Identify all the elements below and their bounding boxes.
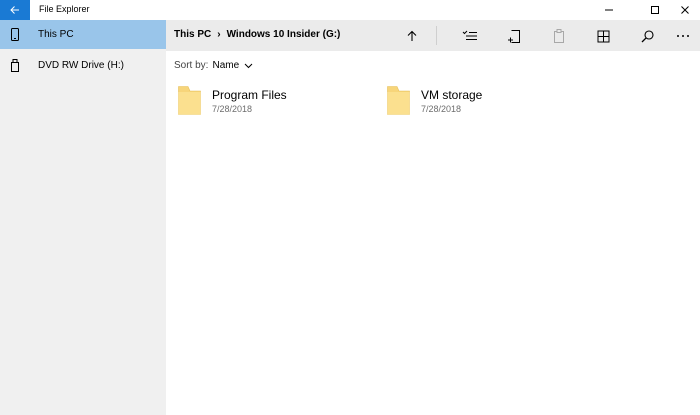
new-folder-icon (508, 29, 520, 43)
command-bar: This PC › Windows 10 Insider (G:) (166, 20, 700, 51)
folder-name: Program Files (212, 88, 287, 102)
up-arrow-icon (407, 30, 417, 41)
close-button[interactable] (670, 0, 700, 20)
minimize-icon (605, 9, 613, 11)
search-button[interactable] (635, 24, 659, 48)
sort-label: Sort by: (174, 60, 209, 71)
folder-icon (387, 86, 410, 115)
sort-control[interactable]: Sort by: Name (174, 60, 253, 71)
more-icon (677, 35, 689, 37)
sidebar: This PC DVD RW Drive (H:) (0, 20, 166, 415)
sidebar-item-dvd-drive[interactable]: DVD RW Drive (H:) (0, 51, 166, 80)
folder-date: 7/28/2018 (212, 104, 253, 114)
close-icon (681, 6, 689, 14)
title-bar: File Explorer (0, 0, 700, 20)
breadcrumb-separator: › (217, 29, 221, 40)
sidebar-item-this-pc[interactable]: This PC (0, 20, 166, 49)
paste-button[interactable] (547, 24, 571, 48)
sort-value[interactable]: Name (212, 60, 239, 71)
view-button[interactable] (591, 24, 615, 48)
phone-icon (10, 28, 20, 42)
new-folder-button[interactable] (502, 24, 526, 48)
select-button[interactable] (458, 24, 482, 48)
more-button[interactable] (671, 24, 695, 48)
file-explorer-window: File Explorer This PC DVD RW Drive (H:) … (0, 0, 700, 415)
folder-item[interactable]: Program Files 7/28/2018 (178, 86, 358, 116)
window-title: File Explorer (39, 4, 90, 14)
breadcrumb: This PC › Windows 10 Insider (G:) (174, 29, 340, 40)
folder-date: 7/28/2018 (421, 104, 462, 114)
breadcrumb-current-drive[interactable]: Windows 10 Insider (G:) (227, 29, 341, 40)
maximize-icon (651, 6, 659, 14)
chevron-down-icon[interactable] (244, 63, 253, 69)
select-icon (462, 30, 477, 40)
sidebar-item-label: DVD RW Drive (H:) (38, 60, 124, 71)
sidebar-item-label: This PC (38, 29, 74, 40)
paste-icon (554, 29, 564, 43)
back-arrow-icon (10, 6, 19, 14)
folder-name: VM storage (421, 88, 483, 102)
maximize-button[interactable] (640, 0, 670, 20)
back-button[interactable] (0, 0, 30, 20)
folder-icon (178, 86, 201, 115)
usb-drive-icon (10, 59, 20, 73)
search-icon (641, 29, 654, 42)
view-icon (597, 30, 609, 42)
minimize-button[interactable] (594, 0, 624, 20)
breadcrumb-this-pc[interactable]: This PC (174, 29, 211, 40)
folder-item[interactable]: VM storage 7/28/2018 (387, 86, 567, 116)
toolbar-divider (436, 26, 437, 45)
up-button[interactable] (400, 24, 424, 48)
